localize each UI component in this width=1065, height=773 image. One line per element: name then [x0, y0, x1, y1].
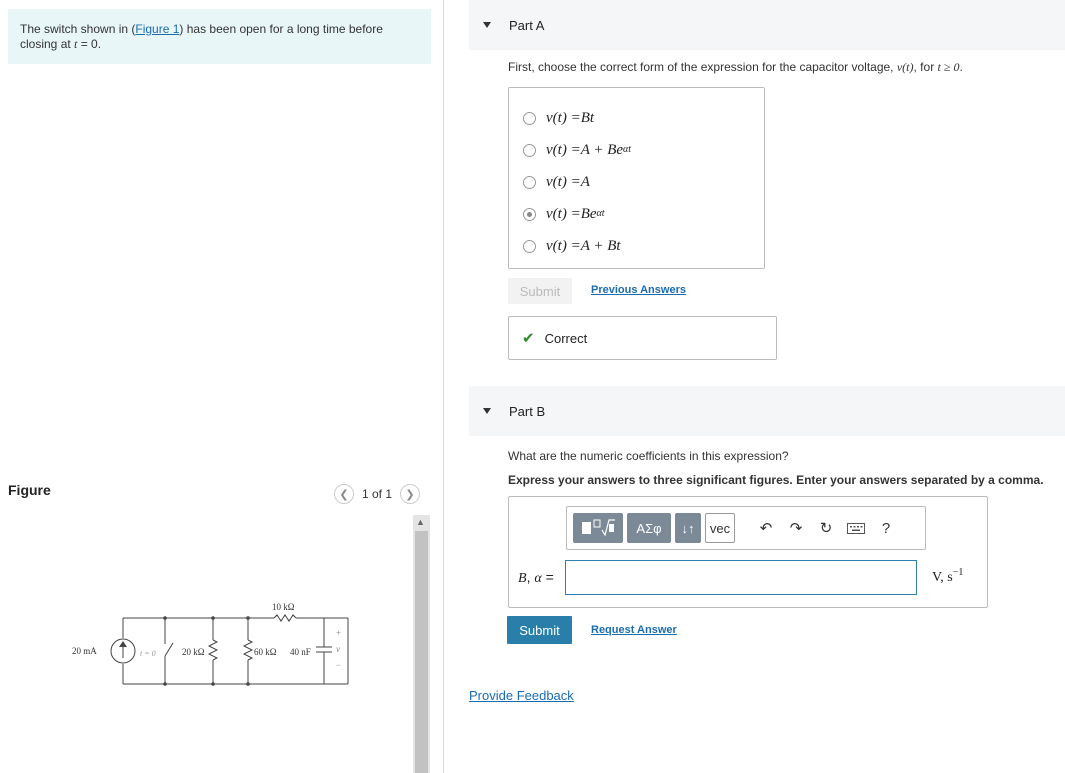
- part-b-question: What are the numeric coefficients in thi…: [508, 449, 789, 463]
- v-label: v: [336, 644, 340, 654]
- minus-label: −: [336, 660, 341, 670]
- choice-option-selected[interactable]: v(t) = Be αt: [509, 198, 764, 230]
- part-a-header[interactable]: Part A: [469, 0, 1065, 50]
- part-b-submit-button[interactable]: Submit: [507, 616, 572, 644]
- next-figure-button[interactable]: ❯: [400, 484, 421, 504]
- choice-list: v(t) = Bt v(t) = A + Be αt v(t) = A v(t) …: [508, 87, 765, 269]
- redo-icon[interactable]: ↷: [783, 513, 809, 543]
- part-b-instruction: Express your answers to three significan…: [508, 473, 1044, 487]
- prev-figure-button[interactable]: ❮: [334, 484, 354, 504]
- part-a-question: First, choose the correct form of the ex…: [508, 60, 963, 74]
- radio-button[interactable]: [523, 239, 536, 253]
- choice-option[interactable]: v(t) = A: [509, 166, 764, 198]
- switch-label: t = 0: [140, 649, 156, 658]
- radio-button[interactable]: [523, 111, 536, 125]
- source-label: 20 mA: [72, 646, 97, 656]
- choice-option[interactable]: v(t) = Bt: [509, 102, 764, 134]
- cap-label: 40 nF: [290, 647, 311, 657]
- choice-option[interactable]: v(t) = A + Bt: [509, 230, 764, 262]
- problem-statement: The switch shown in (Figure 1) has been …: [8, 9, 431, 64]
- part-a-title: Part A: [509, 17, 545, 33]
- r-top-label: 10 kΩ: [272, 602, 295, 612]
- left-pane: The switch shown in (Figure 1) has been …: [0, 0, 443, 773]
- plus-label: +: [336, 628, 341, 638]
- r2-label: 60 kΩ: [254, 647, 277, 657]
- reset-icon[interactable]: ↻: [813, 513, 839, 543]
- units-label: V, s−1: [932, 567, 964, 586]
- figure-link[interactable]: Figure 1: [135, 22, 179, 36]
- radio-button[interactable]: [523, 175, 536, 189]
- circuit-diagram: 20 mA t = 0 20 kΩ 10 kΩ 60 kΩ 40 nF + v …: [72, 602, 349, 686]
- help-icon[interactable]: ?: [873, 513, 899, 543]
- provide-feedback-link[interactable]: Provide Feedback: [469, 688, 574, 703]
- keyboard-icon[interactable]: [843, 513, 869, 543]
- caret-down-icon: [483, 408, 491, 414]
- choice-option[interactable]: v(t) = A + Be αt: [509, 134, 764, 166]
- part-b-header[interactable]: Part B: [469, 386, 1065, 436]
- correct-label: Correct: [544, 330, 588, 346]
- vector-button[interactable]: vec: [705, 513, 735, 543]
- sort-button[interactable]: ↓↑: [675, 513, 701, 543]
- scroll-up-icon[interactable]: ▲: [416, 517, 425, 527]
- caret-down-icon: [483, 22, 491, 28]
- figure-scrollbar[interactable]: ▲: [413, 515, 430, 773]
- checkmark-icon: ✔: [522, 330, 535, 347]
- radio-button-selected[interactable]: [523, 207, 536, 221]
- math-toolbar: ΑΣφ ↓↑ vec ↶ ↷ ↻ ?: [566, 506, 926, 550]
- r1-label: 20 kΩ: [182, 647, 205, 657]
- previous-answers-link[interactable]: Previous Answers: [591, 284, 686, 296]
- figure-page-count: 1 of 1: [362, 487, 393, 501]
- part-b-title: Part B: [509, 403, 546, 419]
- variable-label: B, α =: [518, 569, 554, 586]
- request-answer-link[interactable]: Request Answer: [591, 624, 677, 636]
- scroll-thumb[interactable]: [415, 531, 428, 773]
- greek-symbols-button[interactable]: ΑΣφ: [627, 513, 671, 543]
- radio-button[interactable]: [523, 143, 536, 157]
- answer-input[interactable]: [565, 560, 917, 595]
- undo-icon[interactable]: ↶: [753, 513, 779, 543]
- templates-icon: [582, 519, 615, 537]
- figure-label: Figure: [8, 482, 51, 498]
- templates-button[interactable]: [573, 513, 623, 543]
- pane-divider: [443, 0, 444, 773]
- part-a-submit-button[interactable]: Submit: [508, 278, 572, 304]
- correct-feedback: ✔ Correct: [508, 316, 777, 360]
- figure-pager: ❮ 1 of 1 ❯: [334, 483, 421, 505]
